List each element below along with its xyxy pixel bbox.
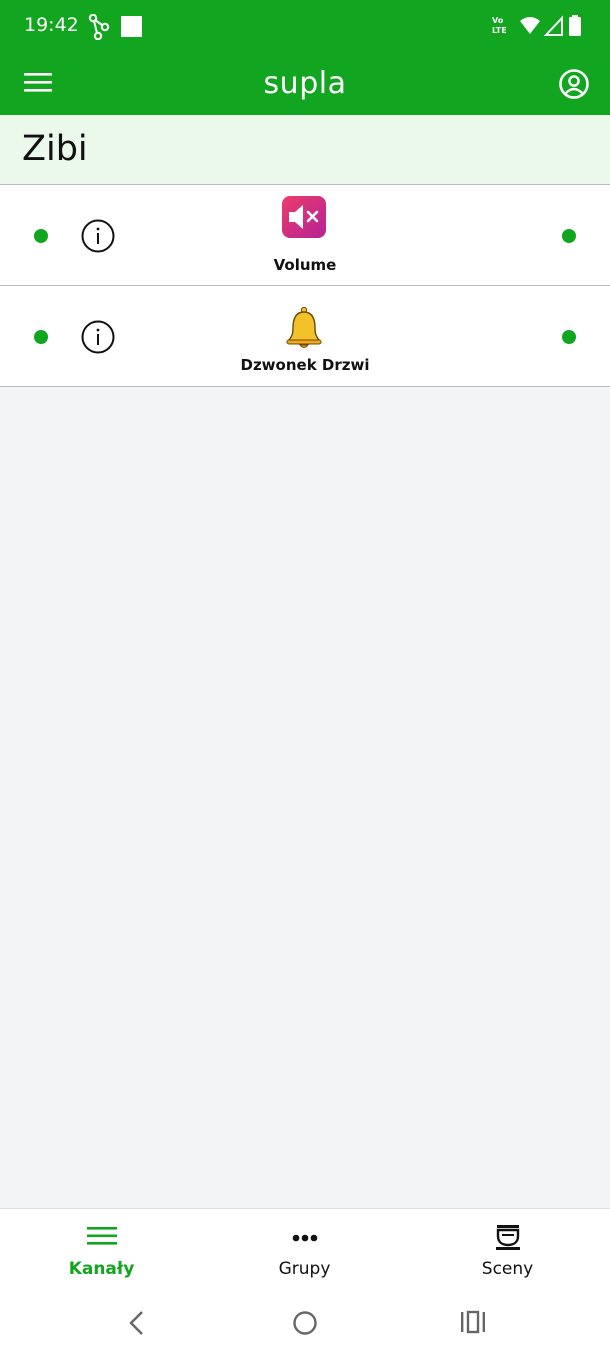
nav-label: Sceny (481, 1259, 534, 1279)
cup-icon (495, 1225, 520, 1250)
nav-tab-grupy[interactable]: Grupy (203, 1209, 406, 1291)
channel-row-volume[interactable]: Volume (0, 185, 610, 286)
recents-icon[interactable] (460, 1310, 486, 1334)
channel-list: Volume Dzwonek Drzwi (0, 185, 610, 387)
left-status-dot (34, 229, 48, 243)
right-status-dot (562, 229, 576, 243)
nav-label: Grupy (278, 1259, 331, 1279)
status-left-icons (88, 13, 148, 45)
info-button[interactable] (81, 320, 115, 354)
app-bar: supla (0, 54, 610, 115)
dots-icon (292, 1234, 317, 1242)
svg-text:LTE: LTE (492, 26, 507, 35)
system-navigation-bar (0, 1290, 610, 1356)
right-status-dot (562, 330, 576, 344)
status-time: 19:42 (24, 14, 79, 36)
home-icon[interactable] (292, 1310, 318, 1336)
info-button[interactable] (81, 219, 115, 253)
location-header[interactable]: Zibi (0, 115, 610, 185)
bell-icon (286, 306, 322, 348)
info-icon (81, 320, 115, 354)
info-icon (81, 219, 115, 253)
list-icon (86, 1227, 117, 1245)
app-title: supla (263, 66, 347, 101)
location-name: Zibi (22, 129, 88, 169)
account-circle-icon (559, 69, 589, 99)
nav-tab-kanaly[interactable]: Kanały (0, 1209, 203, 1291)
share-nodes-icon (88, 13, 110, 41)
bottom-navigation: Kanały Grupy Sceny (0, 1208, 610, 1291)
volte-icon: VoLTE (492, 16, 507, 35)
battery-icon (569, 15, 581, 36)
svg-text:Vo: Vo (492, 16, 504, 25)
speaker-mute-icon (282, 196, 326, 238)
cell-signal-icon (543, 15, 563, 36)
square-notification-icon (121, 16, 142, 37)
back-icon[interactable] (126, 1310, 146, 1336)
nav-tab-sceny[interactable]: Sceny (406, 1209, 609, 1291)
channel-row-doorbell[interactable]: Dzwonek Drzwi (0, 286, 610, 387)
account-button[interactable] (558, 68, 590, 100)
wifi-icon (520, 17, 540, 34)
channel-caption: Volume (273, 256, 337, 274)
channel-caption: Dzwonek Drzwi (240, 356, 370, 374)
status-right-icons: Vo LTE (492, 14, 588, 45)
nav-label: Kanały (68, 1259, 135, 1279)
left-status-dot (34, 330, 48, 344)
status-bar: 19:42 Vo LTE (0, 0, 610, 54)
